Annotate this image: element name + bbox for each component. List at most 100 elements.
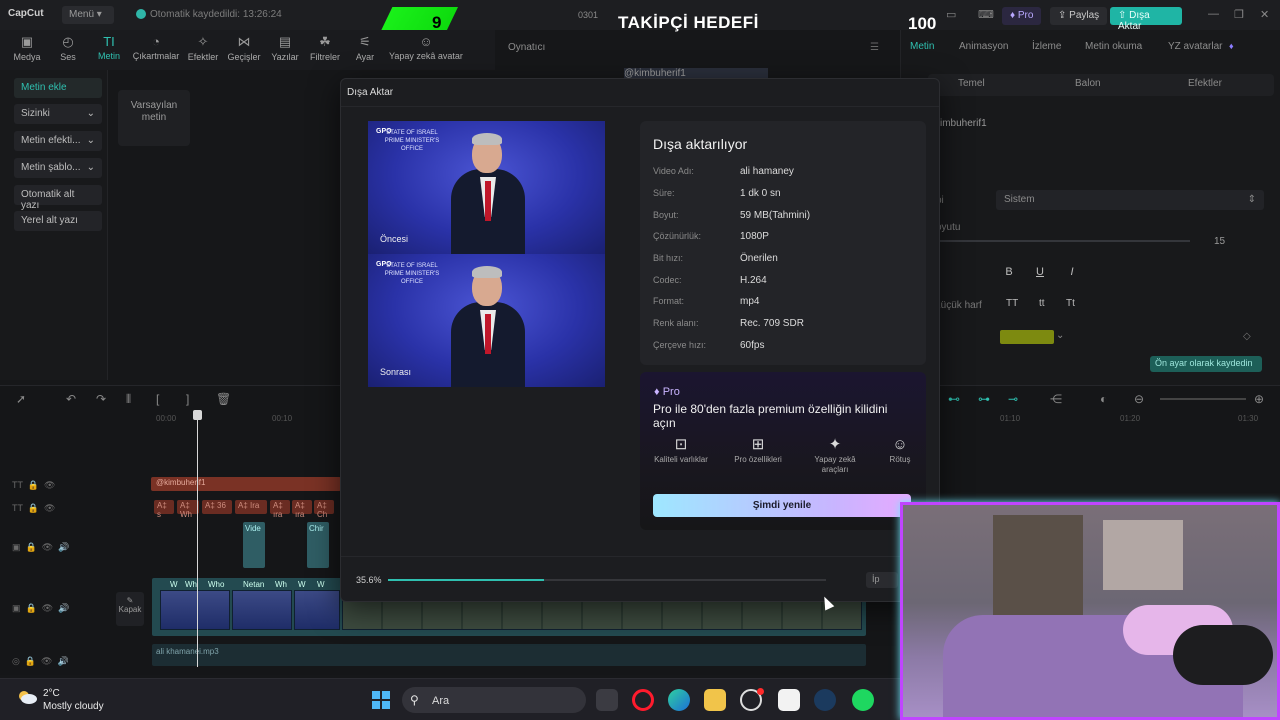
keyframe-icon[interactable]: ◇ xyxy=(1243,331,1251,342)
font-select[interactable]: Sistem ⇕ xyxy=(996,190,1264,210)
zoom-in-icon[interactable]: ⊕ xyxy=(1254,392,1264,406)
taskbar-search[interactable] xyxy=(402,687,586,713)
video-clip[interactable]: Vide xyxy=(243,522,265,568)
caption-clip[interactable]: A‡ s xyxy=(154,500,174,519)
split-right-icon[interactable]: ] xyxy=(186,392,189,406)
default-text-card[interactable]: Varsayılan metin xyxy=(118,90,190,146)
save-preset-button[interactable]: Ön ayar olarak kaydedin xyxy=(1150,356,1262,372)
caption-clip[interactable]: A‡ ıra xyxy=(270,500,290,519)
select-tool-icon[interactable]: ➚ xyxy=(16,392,26,406)
export-button[interactable]: ⇧ Dışa Aktar xyxy=(1110,7,1182,32)
layout-icon[interactable]: ▭ xyxy=(946,8,956,21)
sidebar-item-local-captions[interactable]: Yerel alt yazı xyxy=(14,211,102,231)
transition-icon: ⋈ xyxy=(237,34,251,49)
delete-icon[interactable]: 🗑 xyxy=(216,392,231,406)
tab-text-to-speech[interactable]: Metin okuma xyxy=(1085,41,1142,52)
track-controls[interactable]: TT 🔒 👁 xyxy=(12,503,55,514)
tool-audio[interactable]: ◴ Ses xyxy=(49,34,87,62)
audio-clip[interactable]: ali khamanei.mp3 xyxy=(152,644,866,666)
text-clip[interactable]: @kimbuherif1 xyxy=(151,477,341,491)
zoom-slider[interactable] xyxy=(1160,398,1246,400)
track-controls[interactable]: ▣ 🔒 👁 🔊 xyxy=(12,603,69,614)
text-color-swatch[interactable] xyxy=(1000,330,1054,344)
size-value[interactable]: 15 xyxy=(1214,236,1225,247)
upgrade-button[interactable]: Şimdi yenile xyxy=(653,494,911,517)
playhead-handle[interactable] xyxy=(193,410,202,420)
titlecase-button[interactable]: Tt xyxy=(1066,298,1075,309)
caption-clip[interactable]: A‡ 36 xyxy=(202,500,232,514)
capcut-icon[interactable] xyxy=(778,689,800,711)
undo-icon[interactable]: ↶ xyxy=(66,392,76,406)
subtab-bubble[interactable]: Balon xyxy=(1075,78,1101,89)
split-icon[interactable]: ⫴ xyxy=(126,392,131,407)
track-controls[interactable]: ◎ 🔒 👁 🔊 xyxy=(12,656,69,667)
caption-clip[interactable]: A‡ Ch xyxy=(314,500,334,519)
spotify-icon[interactable] xyxy=(852,689,874,711)
video-clip[interactable]: Chir xyxy=(307,522,329,568)
tool-media[interactable]: ▣ Medya xyxy=(8,34,46,62)
track-controls[interactable]: ▣ 🔒 👁 🔊 xyxy=(12,542,69,553)
preview-axis-icon[interactable]: ⊸ xyxy=(1008,392,1018,406)
sidebar-item-add-text[interactable]: Metin ekle xyxy=(14,78,102,98)
sidebar-item-auto-captions[interactable]: Otomatik alt yazı xyxy=(14,185,102,211)
sidebar-item-text-effects[interactable]: Metin efekti... ⌄ xyxy=(14,131,102,151)
subtab-basic[interactable]: Temel xyxy=(958,78,985,89)
caption-clip[interactable]: A‡ Ira xyxy=(235,500,267,514)
tab-animation[interactable]: Animasyon xyxy=(959,41,1008,52)
mic-icon[interactable]: ◐ xyxy=(1100,392,1107,406)
uppercase-button[interactable]: TT xyxy=(1006,298,1018,309)
link-icon[interactable]: ⊶ xyxy=(978,392,990,406)
info-value: ali hamaney xyxy=(740,166,794,177)
opera-icon[interactable] xyxy=(632,689,654,711)
minimize-icon[interactable]: — xyxy=(1208,8,1219,20)
weather-desc[interactable]: Mostly cloudy xyxy=(43,701,104,712)
progress-fill xyxy=(388,579,544,581)
cancel-button[interactable]: İp xyxy=(866,572,898,588)
tool-adjust[interactable]: ⚟ Ayar xyxy=(346,34,384,62)
cover-button[interactable]: ✎ Kapak xyxy=(116,592,144,626)
shortcuts-icon[interactable]: ⌨ xyxy=(978,8,994,21)
tool-text[interactable]: TI Metin xyxy=(90,34,128,61)
magnet-icon[interactable]: ⊷ xyxy=(948,392,960,406)
file-explorer-icon[interactable] xyxy=(704,689,726,711)
tool-filters[interactable]: ☘ Filtreler xyxy=(306,34,344,62)
tool-stickers[interactable]: ◔ Çıkartmalar xyxy=(131,34,181,61)
caption-clip[interactable]: A‡ Wh xyxy=(177,500,199,519)
tool-captions[interactable]: ▤ Yazılar xyxy=(266,34,304,62)
tool-effects[interactable]: ✧ Efektler xyxy=(184,34,222,62)
caption-clip[interactable]: A‡ ıra xyxy=(292,500,312,519)
subtab-effects[interactable]: Efektler xyxy=(1188,78,1222,89)
underline-button[interactable]: U xyxy=(1029,266,1051,284)
zoom-out-icon[interactable]: ⊖ xyxy=(1134,392,1144,406)
share-button[interactable]: ⇪ Paylaş xyxy=(1050,7,1108,25)
size-slider[interactable] xyxy=(940,240,1190,242)
split-audio-icon[interactable]: ⋲ xyxy=(1050,392,1062,406)
weather-temp[interactable]: 2°C xyxy=(43,688,60,699)
playhead[interactable] xyxy=(197,412,198,667)
tool-ai-avatar[interactable]: ☺ Yapay zekâ avatar xyxy=(388,34,464,61)
bold-button[interactable]: B xyxy=(998,266,1020,284)
maximize-icon[interactable]: ❐ xyxy=(1234,8,1244,21)
track-controls[interactable]: TT 🔒 👁 xyxy=(12,480,55,491)
tab-tracking[interactable]: İzleme xyxy=(1032,41,1061,52)
steam-icon[interactable] xyxy=(814,689,836,711)
tab-ai-avatars[interactable]: YZ avatarlar xyxy=(1168,41,1222,52)
edge-icon[interactable] xyxy=(668,689,690,711)
pro-button[interactable]: ♦ Pro xyxy=(1002,7,1042,25)
pro-label: Pro xyxy=(1017,10,1034,21)
lowercase-button[interactable]: tt xyxy=(1039,298,1045,309)
tab-text[interactable]: Metin xyxy=(910,41,934,52)
tool-transitions[interactable]: ⋈ Geçişler xyxy=(225,34,263,62)
close-icon[interactable]: ✕ xyxy=(1260,8,1269,21)
split-left-icon[interactable]: [ xyxy=(156,392,159,406)
windows-start-icon[interactable] xyxy=(372,691,390,709)
chevron-down-icon[interactable]: ⌄ xyxy=(1056,330,1064,341)
sidebar-item-yours[interactable]: Sizinki ⌄ xyxy=(14,104,102,124)
file-explorer-dark-icon[interactable] xyxy=(596,689,618,711)
menu-button[interactable]: Menü ▾ xyxy=(62,6,114,24)
sidebar-item-text-templates[interactable]: Metin şablo... ⌄ xyxy=(14,158,102,178)
italic-button[interactable]: I xyxy=(1061,266,1083,284)
text-content-field[interactable]: kimbuherif1 xyxy=(935,118,987,129)
redo-icon[interactable]: ↷ xyxy=(96,392,106,406)
player-menu-icon[interactable]: ☰ xyxy=(870,42,879,53)
